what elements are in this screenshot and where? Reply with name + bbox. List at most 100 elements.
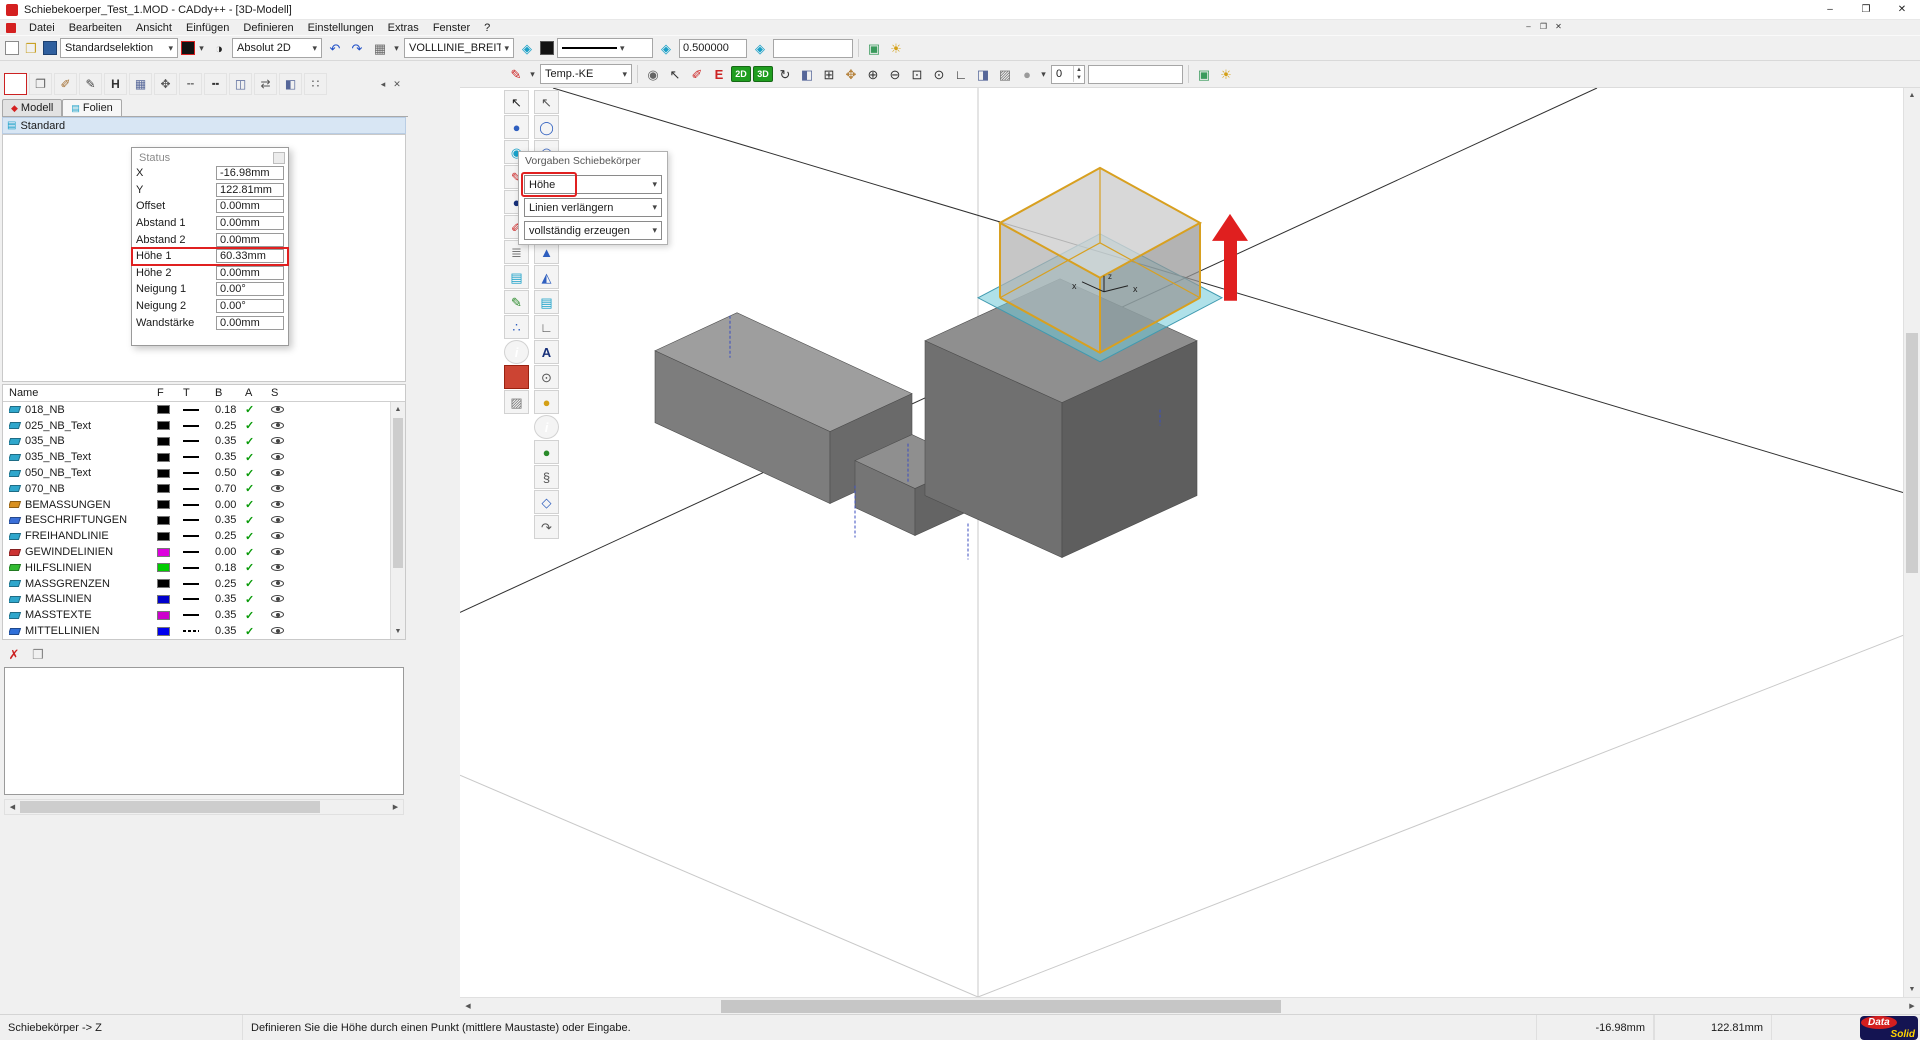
- layer-row[interactable]: MITTELLINIEN0.35✓: [3, 623, 405, 639]
- tab-modell[interactable]: ◆ Modell: [2, 99, 62, 116]
- lasso-icon[interactable]: ✐: [54, 73, 77, 95]
- text-tool-icon[interactable]: A: [534, 340, 559, 364]
- layer-visibility-eye[interactable]: [271, 451, 305, 463]
- layer-color-swatch[interactable]: [157, 421, 170, 430]
- spinner-up-icon[interactable]: ▲: [1074, 66, 1084, 74]
- status-field-value[interactable]: 0.00mm: [216, 233, 284, 247]
- layer-visibility-eye[interactable]: [271, 578, 305, 590]
- cylinder-icon[interactable]: ◯: [534, 115, 559, 139]
- layer-visibility-eye[interactable]: [271, 404, 305, 416]
- spinner-down-icon[interactable]: ▼: [1074, 74, 1084, 82]
- layer-visibility-eye[interactable]: [271, 467, 305, 479]
- shading-sphere-icon[interactable]: ●: [1017, 64, 1037, 84]
- layer-active-check[interactable]: ✓: [245, 561, 271, 574]
- layer-row[interactable]: 035_NB0.35✓: [3, 434, 405, 450]
- temp-ke-select[interactable]: Temp.-KE▾: [540, 64, 632, 84]
- layer-linetype[interactable]: [183, 535, 199, 537]
- 3d-viewport[interactable]: x z x ↖●◉✎●✐≣▤✎∴i▨ ↖◯◎◉◯◎▲◭▤∟A⊙●i●§◇↷ Vo…: [460, 88, 1903, 997]
- height-tool-icon[interactable]: H: [104, 73, 127, 95]
- layer-linetype[interactable]: [183, 472, 199, 474]
- layer-visibility-eye[interactable]: [271, 483, 305, 495]
- layer-row[interactable]: HILFSLINIEN0.18✓: [3, 560, 405, 576]
- tab-folien[interactable]: ▤ Folien: [62, 99, 121, 116]
- layer-color-swatch[interactable]: [157, 516, 170, 525]
- mode-3d-badge[interactable]: 3D: [753, 66, 773, 82]
- menu-item[interactable]: Einstellungen: [301, 22, 381, 34]
- viewport-hscrollbar[interactable]: ◀ ▶: [460, 997, 1920, 1014]
- menu-item[interactable]: Datei: [22, 22, 62, 34]
- undo-icon[interactable]: ↶: [325, 38, 345, 58]
- selection-mode-select[interactable]: Standardselektion▾: [60, 38, 178, 58]
- sketch-pencil-icon[interactable]: ✎: [506, 64, 526, 84]
- panel-close-icon[interactable]: ✕: [390, 73, 404, 95]
- layer-stack-icon[interactable]: ▤: [504, 265, 529, 289]
- pencil-green-icon[interactable]: ✎: [504, 290, 529, 314]
- layer-linetype[interactable]: [183, 440, 199, 442]
- layer-visibility-eye[interactable]: [271, 562, 305, 574]
- maximize-button[interactable]: ❐: [1848, 0, 1884, 19]
- scroll-right-icon[interactable]: ▶: [1904, 999, 1920, 1014]
- layer-color-swatch[interactable]: [157, 563, 170, 572]
- left-panel-scrollbar[interactable]: ◀ ▶: [4, 799, 404, 815]
- info-blue-icon[interactable]: i: [534, 415, 559, 439]
- status-field-value[interactable]: 0.00°: [216, 299, 284, 313]
- hatch-icon[interactable]: ▨: [995, 64, 1015, 84]
- zoom-in-icon[interactable]: ⊕: [863, 64, 883, 84]
- layer-visibility-eye[interactable]: [271, 514, 305, 526]
- layer-linetype[interactable]: [183, 456, 199, 458]
- mdi-minimize-button[interactable]: –: [1521, 20, 1536, 34]
- layer-active-check[interactable]: ✓: [245, 419, 271, 432]
- viewport-vscrollbar[interactable]: ▲ ▼: [1903, 88, 1920, 997]
- helix-icon[interactable]: §: [534, 465, 559, 489]
- layer-color-swatch[interactable]: [157, 453, 170, 462]
- layer-visibility-eye[interactable]: [271, 420, 305, 432]
- layer-visibility-eye[interactable]: [271, 593, 305, 605]
- move-arrows-icon[interactable]: ✥: [154, 73, 177, 95]
- layer-color-swatch[interactable]: [157, 405, 170, 414]
- linien-select[interactable]: Linien verlängern▾: [524, 198, 662, 217]
- linetype-select[interactable]: VOLLLINIE_BREIT▾: [404, 38, 514, 58]
- layer-color-swatch[interactable]: [157, 469, 170, 478]
- layer-row[interactable]: MASSGRENZEN0.25✓: [3, 576, 405, 592]
- message-box[interactable]: [4, 667, 404, 795]
- magnifier-icon[interactable]: ⊙: [534, 365, 559, 389]
- delete-layer-icon[interactable]: ✗: [4, 644, 24, 664]
- layer-color-swatch[interactable]: [157, 548, 170, 557]
- grid-snap-icon[interactable]: ▦: [370, 38, 390, 58]
- layer-linetype[interactable]: [183, 583, 199, 585]
- layer-active-check[interactable]: ✓: [245, 467, 271, 480]
- scroll-thumb[interactable]: [20, 801, 320, 813]
- layer-linetype[interactable]: [183, 519, 199, 521]
- header-name[interactable]: Name: [9, 387, 157, 399]
- paste-layer-icon[interactable]: ❐: [28, 644, 48, 664]
- zoom-out-icon[interactable]: ⊖: [885, 64, 905, 84]
- layer-active-check[interactable]: ✓: [245, 609, 271, 622]
- layer-linetype[interactable]: [183, 504, 199, 506]
- ball-yellow-icon[interactable]: ●: [534, 390, 559, 414]
- layer-active-check[interactable]: ✓: [245, 546, 271, 559]
- eraser-icon[interactable]: [504, 365, 529, 389]
- redo-icon[interactable]: ↷: [347, 38, 367, 58]
- layer-row[interactable]: FREIHANDLINIE0.25✓: [3, 528, 405, 544]
- mode-2d-badge[interactable]: 2D: [731, 66, 751, 82]
- mdi-restore-button[interactable]: ❐: [1536, 20, 1551, 34]
- layer-row[interactable]: 035_NB_Text0.35✓: [3, 449, 405, 465]
- measure-icon[interactable]: ∟: [951, 64, 971, 84]
- scroll-thumb[interactable]: [1906, 333, 1918, 573]
- active-color-button[interactable]: [181, 41, 195, 55]
- zoom-fit-icon[interactable]: ⊡: [907, 64, 927, 84]
- menu-item[interactable]: Extras: [381, 22, 426, 34]
- pan-hand-icon[interactable]: ✥: [841, 64, 861, 84]
- layer-linetype[interactable]: [183, 630, 199, 632]
- layer-apply-icon[interactable]: ◈: [517, 38, 537, 58]
- view-cube-icon[interactable]: ◨: [973, 64, 993, 84]
- layer-row[interactable]: 050_NB_Text0.50✓: [3, 465, 405, 481]
- value-input[interactable]: [1088, 65, 1183, 84]
- layer-active-check[interactable]: ✓: [245, 514, 271, 527]
- header-b[interactable]: B: [215, 387, 245, 399]
- layer-linetype[interactable]: [183, 488, 199, 490]
- status-field-value[interactable]: -16.98mm: [216, 166, 284, 180]
- minimize-button[interactable]: –: [1812, 0, 1848, 19]
- tree-item-standard[interactable]: ▤ Standard: [2, 117, 406, 134]
- sweep-icon[interactable]: ↷: [534, 515, 559, 539]
